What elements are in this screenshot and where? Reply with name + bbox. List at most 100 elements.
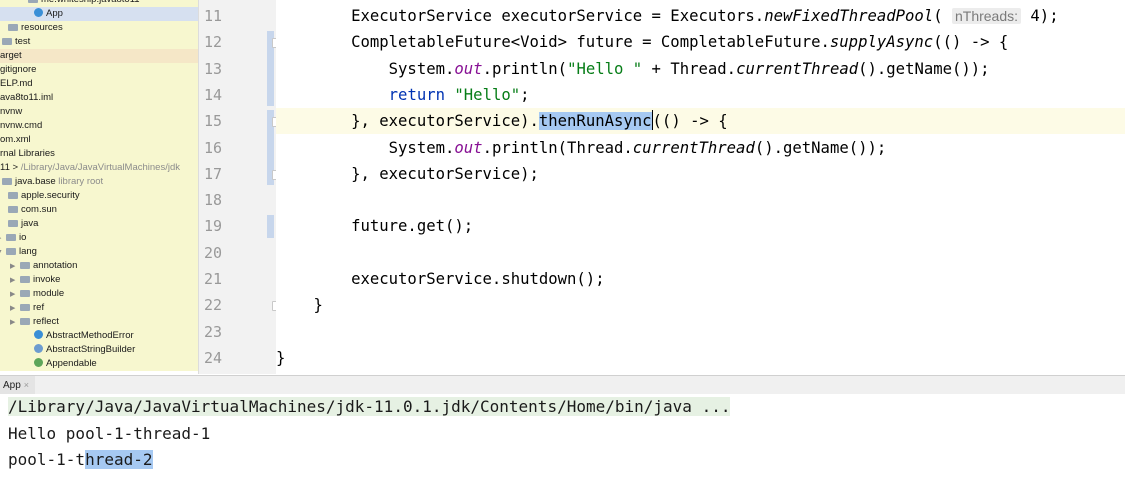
tree-item[interactable]: AbstractStringBuilder (0, 343, 198, 357)
tree-item[interactable]: ▼lang (0, 245, 198, 259)
code-text: ExecutorService executorService = Execut… (276, 3, 1059, 29)
tree-item-label: me.whiteship.java8to11 (41, 0, 140, 5)
line-number: 23 (204, 322, 223, 341)
code-text: }, executorService); (276, 161, 539, 187)
chevron-right-icon[interactable]: ▶ (10, 288, 20, 302)
code-line[interactable]: System.out.println(Thread.currentThread(… (276, 135, 1125, 161)
code-line[interactable]: }, executorService).thenRunAsync(() -> { (276, 108, 1125, 135)
folder-icon (20, 262, 30, 269)
tree-item[interactable]: 11 > /Library/Java/JavaVirtualMachines/j… (0, 161, 198, 175)
tree-item[interactable]: App (0, 7, 198, 21)
tree-item[interactable]: AbstractMethodError (0, 329, 198, 343)
tree-item-label: AbstractStringBuilder (46, 344, 136, 355)
tree-item-label: nvnw.cmd (0, 120, 43, 131)
tree-item[interactable]: rnal Libraries (0, 147, 198, 161)
code-token: } (276, 296, 323, 315)
tree-item[interactable]: ▶ annotation (0, 259, 198, 273)
tree-item[interactable]: ▶ reflect (0, 315, 198, 329)
code-line[interactable]: ExecutorService executorService = Execut… (276, 3, 1125, 29)
tree-item-label: java.base (15, 176, 56, 187)
code-token: (() -> { (933, 33, 1009, 52)
close-icon[interactable]: × (24, 380, 29, 390)
chevron-right-icon[interactable]: ▶ (10, 302, 20, 316)
console-command: /Library/Java/JavaVirtualMachines/jdk-11… (8, 397, 731, 416)
chevron-right-icon[interactable]: ▶ (10, 260, 20, 274)
tree-item[interactable]: java (0, 217, 198, 231)
run-tool-window-header: App × (0, 375, 1125, 395)
code-token: }, executorService); (276, 164, 539, 183)
tree-item-label: AbstractMethodError (46, 330, 134, 341)
parameter-hint: nThreads: (951, 8, 1022, 24)
tree-item[interactable]: ▶ ref (0, 301, 198, 315)
code-line[interactable]: future.get(); (276, 213, 1125, 239)
tree-item-label: io (19, 232, 27, 243)
tree-item-label: Appendable (46, 358, 97, 369)
tree-item[interactable]: nvnw.cmd (0, 119, 198, 133)
project-tree[interactable]: me.whiteship.java8to11 App resources test ar… (0, 0, 198, 374)
chevron-right-icon[interactable]: ▶ (10, 316, 20, 330)
line-number: 19 (204, 217, 223, 236)
code-line[interactable]: } (276, 292, 1125, 318)
code-token: ExecutorService executorService = Execut… (276, 7, 765, 25)
run-tab-app[interactable]: App × (0, 376, 36, 394)
folder-icon (8, 206, 18, 213)
code-editor[interactable]: ExecutorService executorService = Execut… (276, 0, 1125, 374)
code-text: System.out.println(Thread.currentThread(… (276, 135, 887, 161)
tree-item[interactable]: ava8to11.iml (0, 91, 198, 105)
tree-item-label: reflect (33, 316, 59, 327)
code-line[interactable] (276, 187, 1125, 213)
console-text: pool-1-t (8, 450, 86, 469)
code-line[interactable]: return "Hello"; (276, 82, 1125, 108)
code-line[interactable]: System.out.println("Hello " + Thread.cur… (276, 56, 1125, 82)
code-token: .println( (482, 59, 568, 78)
tree-item[interactable]: apple.security (0, 189, 198, 203)
tree-item[interactable]: nvnw (0, 105, 198, 119)
folder-icon (6, 248, 16, 255)
tree-item-label: module (33, 288, 65, 299)
folder-icon (20, 304, 30, 311)
class-icon (34, 8, 43, 17)
line-number: 15 (204, 112, 223, 131)
code-line[interactable] (276, 319, 1125, 345)
run-tab-label: App (3, 380, 21, 391)
tree-item[interactable]: ▶io (0, 231, 198, 245)
tree-item[interactable]: ▶ module (0, 287, 198, 301)
tree-item[interactable]: ▶ invoke (0, 273, 198, 287)
tree-item[interactable]: Appendable (0, 357, 198, 371)
change-marker[interactable] (267, 215, 274, 238)
code-text: CompletableFuture<Void> future = Complet… (276, 29, 1008, 55)
folder-icon (8, 192, 18, 199)
tree-item-label: ava8to11.iml (0, 92, 54, 103)
chevron-right-icon[interactable]: ▶ (10, 274, 20, 288)
console-output-line: pool-1-thread-2 (8, 447, 153, 473)
tree-item[interactable]: om.xml (0, 133, 198, 147)
tree-item-label: rnal Libraries (0, 148, 55, 159)
code-line[interactable]: } (276, 345, 1125, 371)
tree-item[interactable]: test (0, 35, 198, 49)
code-token: ; (520, 85, 530, 104)
line-number: 13 (204, 59, 223, 78)
class-icon (34, 344, 43, 353)
folder-icon (28, 0, 38, 3)
class-icon (34, 330, 43, 339)
code-line[interactable]: executorService.shutdown(); (276, 266, 1125, 292)
code-line[interactable] (276, 240, 1125, 266)
tree-item[interactable]: arget (0, 49, 198, 63)
tree-item[interactable]: com.sun (0, 203, 198, 217)
code-token: currentThread (736, 59, 859, 78)
line-number: 16 (204, 138, 223, 157)
code-line[interactable]: CompletableFuture<Void> future = Complet… (276, 29, 1125, 55)
code-token: System. (276, 138, 455, 157)
code-text: System.out.println("Hello " + Thread.cur… (276, 56, 990, 82)
tree-item[interactable]: java.base library root (0, 175, 198, 189)
code-line[interactable]: }, executorService); (276, 161, 1125, 187)
tree-item[interactable]: me.whiteship.java8to11 (0, 0, 198, 7)
tree-item[interactable]: gitignore (0, 63, 198, 77)
tree-item[interactable]: ELP.md (0, 77, 198, 91)
tree-item-label: 11 > (0, 162, 19, 173)
tree-item[interactable]: resources (0, 21, 198, 35)
line-number: 11 (204, 7, 223, 25)
run-console[interactable]: /Library/Java/JavaVirtualMachines/jdk-11… (0, 394, 1125, 489)
code-token: }, executorService). (276, 112, 539, 131)
